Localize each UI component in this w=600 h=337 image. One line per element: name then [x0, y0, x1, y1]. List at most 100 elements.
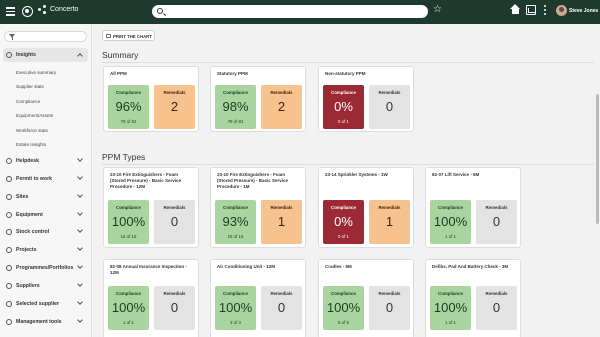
printer-icon: [106, 34, 111, 38]
top-bar: Concerto ☆ Steve Jones: [0, 0, 600, 24]
compliance-tile[interactable]: Compliance 100% 3 of 3: [215, 286, 256, 330]
remedials-tile[interactable]: Remedials 0: [261, 286, 302, 330]
compliance-tile[interactable]: Compliance 100% 1 of 1: [430, 286, 471, 330]
filter-icon: [9, 34, 15, 40]
sidebar-item-stock-control[interactable]: Stock control: [0, 225, 91, 239]
stock-icon: [6, 229, 12, 235]
programmes-icon: [6, 265, 12, 271]
summary-card-statutory-ppm: Statutory PPM Compliance 98% 79 of 81 Re…: [210, 66, 306, 132]
projects-icon: [6, 247, 12, 253]
sidebar-subitem-workforce-stats[interactable]: Workforce stats: [16, 128, 48, 133]
compliance-tile[interactable]: Compliance 96% 79 of 82: [108, 85, 149, 129]
compliance-tile[interactable]: Compliance 100% 16 of 16: [108, 200, 149, 244]
print-chart-button[interactable]: PRINT THE CHART: [102, 30, 155, 41]
compliance-tile[interactable]: Compliance 0% 0 of 1: [323, 200, 364, 244]
sidebar-item-selected-supplier[interactable]: Selected supplier: [0, 297, 91, 311]
sidebar-item-permit-to-work[interactable]: Permit to work: [0, 172, 91, 186]
remedials-tile[interactable]: Remedials 0: [476, 200, 517, 244]
compliance-tile[interactable]: Compliance 0% 0 of 1: [323, 85, 364, 129]
search-icon: [157, 8, 163, 14]
divider: [102, 62, 594, 63]
ppm-card: 23-14 Sprinkler Systems - 1W Compliance …: [318, 167, 414, 248]
card-title: 82-07 Lift Service - 6M: [432, 172, 480, 177]
sidebar: Insights Executive summary Supplier stat…: [0, 24, 92, 337]
chevron-down-icon: [77, 317, 83, 323]
sidebar-item-sites[interactable]: Sites: [0, 190, 91, 204]
avatar[interactable]: [556, 5, 567, 16]
main-scrollbar[interactable]: [596, 94, 599, 224]
remedials-tile[interactable]: Remedials 2: [261, 85, 302, 129]
sidebar-item-programmes-portfolios[interactable]: Programmes/Portfolios: [0, 261, 91, 275]
home-icon[interactable]: [510, 4, 521, 15]
remedials-tile[interactable]: Remedials 1: [261, 200, 302, 244]
user-name[interactable]: Steve Jones: [569, 8, 598, 14]
remedials-tile[interactable]: Remedials 1: [369, 200, 410, 244]
chevron-up-icon: [77, 53, 83, 59]
sites-icon: [6, 194, 12, 200]
summary-card-all-ppm: All PPM Compliance 96% 79 of 82 Remedial…: [103, 66, 199, 132]
search-input[interactable]: [152, 5, 428, 18]
card-title: 23-14 Sprinkler Systems - 1W: [325, 172, 388, 177]
sidebar-subitem-estate-insights[interactable]: Estate Insights: [16, 142, 46, 147]
ppm-card: Cradles - 6M Compliance 100% 5 of 5 Reme…: [318, 259, 414, 337]
sidebar-item-management-tools[interactable]: Management tools: [0, 315, 91, 329]
ppm-card: 23-10 Fire Extinguishers - Foam (Stored …: [210, 167, 306, 248]
chevron-down-icon: [77, 263, 83, 269]
summary-card-non-statutory-ppm: Non-statutory PPM Compliance 0% 0 of 1 R…: [318, 66, 414, 132]
suppliers-icon: [6, 283, 12, 289]
card-title: Air Conditioning Unit - 12M: [217, 264, 275, 269]
sidebar-subitem-supplier-stats[interactable]: Supplier stats: [16, 84, 44, 89]
app-name: Concerto: [50, 6, 79, 13]
ppm-card: 23-10 Fire Extinguishers - Foam (Stored …: [103, 167, 199, 248]
permit-icon: [6, 176, 12, 182]
sidebar-subitem-compliance[interactable]: Compliance: [16, 99, 40, 104]
star-icon[interactable]: ☆: [433, 4, 442, 15]
chevron-down-icon: [77, 174, 83, 180]
compliance-tile[interactable]: Compliance 98% 79 of 81: [215, 85, 256, 129]
compliance-tile[interactable]: Compliance 93% 15 of 16: [215, 200, 256, 244]
sidebar-item-helpdesk[interactable]: Helpdesk: [0, 154, 91, 168]
compliance-tile[interactable]: Compliance 100% 1 of 1: [430, 200, 471, 244]
sidebar-subitem-executive-summary[interactable]: Executive summary: [16, 70, 56, 75]
main-content: PRINT THE CHART Summary All PPM Complian…: [94, 24, 600, 337]
ppm-card: Air Conditioning Unit - 12M Compliance 1…: [210, 259, 306, 337]
sidebar-item-equipment[interactable]: Equipment: [0, 208, 91, 222]
card-title: Non-statutory PPM: [325, 71, 366, 76]
card-title: Statutory PPM: [217, 71, 248, 76]
chevron-down-icon: [77, 299, 83, 305]
card-title: 23-10 Fire Extinguishers - Foam (Stored …: [110, 172, 182, 190]
compliance-tile[interactable]: Compliance 100% 1 of 1: [108, 286, 149, 330]
management-tools-icon: [6, 319, 12, 325]
sidebar-item-label: Insights: [16, 52, 36, 58]
remedials-tile[interactable]: Remedials 0: [154, 286, 195, 330]
ppm-card: 82-08 Annual Insurance Inspection - 12M …: [103, 259, 199, 337]
card-title: 23-10 Fire Extinguishers - Foam (Stored …: [217, 172, 289, 190]
ppm-card: Defibs, Pad And Battery Check - 3M Compl…: [425, 259, 521, 337]
remedials-tile[interactable]: Remedials 2: [154, 85, 195, 129]
remedials-tile[interactable]: Remedials 0: [154, 200, 195, 244]
card-title: Defibs, Pad And Battery Check - 3M: [432, 264, 509, 269]
sidebar-filter-input[interactable]: [4, 31, 87, 42]
card-title: Cradles - 6M: [325, 264, 352, 269]
ppm-card: 82-07 Lift Service - 6M Compliance 100% …: [425, 167, 521, 248]
chart-icon[interactable]: [526, 5, 536, 15]
section-title-summary: Summary: [102, 50, 139, 60]
compliance-tile[interactable]: Compliance 100% 5 of 5: [323, 286, 364, 330]
kebab-icon[interactable]: [544, 5, 547, 17]
chevron-down-icon: [77, 245, 83, 251]
sidebar-item-insights[interactable]: Insights: [3, 48, 88, 62]
chevron-down-icon: [77, 210, 83, 216]
section-title-ppm-types: PPM Types: [102, 152, 146, 162]
divider: [102, 164, 594, 165]
concerto-logo-icon: [38, 5, 47, 14]
sidebar-item-projects[interactable]: Projects: [0, 243, 91, 257]
hamburger-icon[interactable]: [6, 5, 18, 19]
brand[interactable]: Concerto: [38, 5, 78, 14]
remedials-tile[interactable]: Remedials 0: [476, 286, 517, 330]
insights-icon: [6, 52, 12, 58]
remedials-tile[interactable]: Remedials 0: [369, 286, 410, 330]
sidebar-subitem-equipment-assets[interactable]: Equipment/Assets: [16, 113, 53, 118]
sidebar-item-suppliers[interactable]: Suppliers: [0, 279, 91, 293]
remedials-tile[interactable]: Remedials 0: [369, 85, 410, 129]
gear-icon[interactable]: [22, 6, 33, 17]
